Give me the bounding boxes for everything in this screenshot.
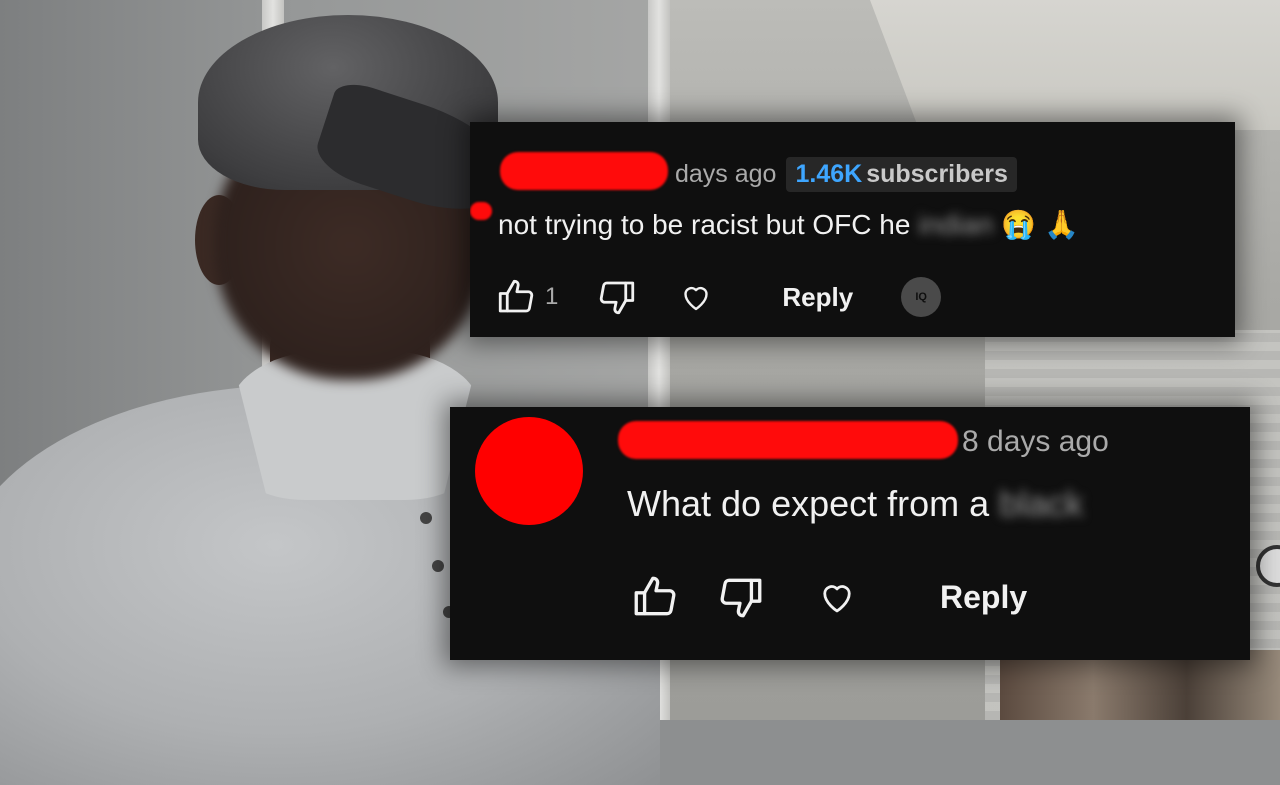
- reply-button[interactable]: Reply: [940, 579, 1027, 616]
- thumbs-down-icon[interactable]: [596, 276, 638, 318]
- comment-actions: 1 Reply IQ: [495, 276, 942, 318]
- subscriber-badge: 1.46K subscribers: [786, 157, 1017, 192]
- blurred-word: indian: [918, 208, 994, 240]
- shirt-button: [432, 560, 444, 572]
- comment-text: not trying to be racist but OFC he india…: [498, 208, 1079, 241]
- comment-body: What do expect from a: [627, 483, 990, 524]
- blurred-word: black: [999, 483, 1084, 524]
- redacted-username: [618, 421, 958, 459]
- comment-card-1: days ago 1.46K subscribers not trying to…: [470, 122, 1235, 337]
- heart-icon[interactable]: [678, 279, 714, 315]
- comment-text: What do expect from a black: [627, 483, 1083, 525]
- shirt-button: [420, 512, 432, 524]
- redacted-avatar: [475, 417, 583, 525]
- heart-icon[interactable]: [816, 576, 858, 618]
- badge-icon[interactable]: IQ: [901, 277, 942, 317]
- thumbs-up-icon[interactable]: [495, 276, 537, 318]
- redacted-avatar: [470, 202, 492, 220]
- praying-hands-emoji: 🙏: [1044, 209, 1079, 240]
- crying-emoji: 😭: [1001, 209, 1037, 240]
- comment-card-2: 8 days ago What do expect from a black R…: [450, 407, 1250, 660]
- thumbs-down-icon[interactable]: [716, 572, 766, 622]
- thumbs-up-icon[interactable]: [630, 572, 680, 622]
- subscriber-count: 1.46K: [795, 160, 863, 188]
- redacted-username: [500, 152, 668, 190]
- comment-body: not trying to be racist but OFC he: [498, 208, 911, 240]
- comment-meta: days ago 1.46K subscribers: [675, 157, 1017, 192]
- like-count: 1: [545, 283, 559, 310]
- timestamp: days ago: [675, 160, 777, 188]
- subscriber-label: subscribers: [866, 160, 1008, 188]
- reply-button[interactable]: Reply: [782, 282, 853, 313]
- timestamp: 8 days ago: [962, 425, 1109, 458]
- comment-actions: Reply: [630, 572, 1027, 622]
